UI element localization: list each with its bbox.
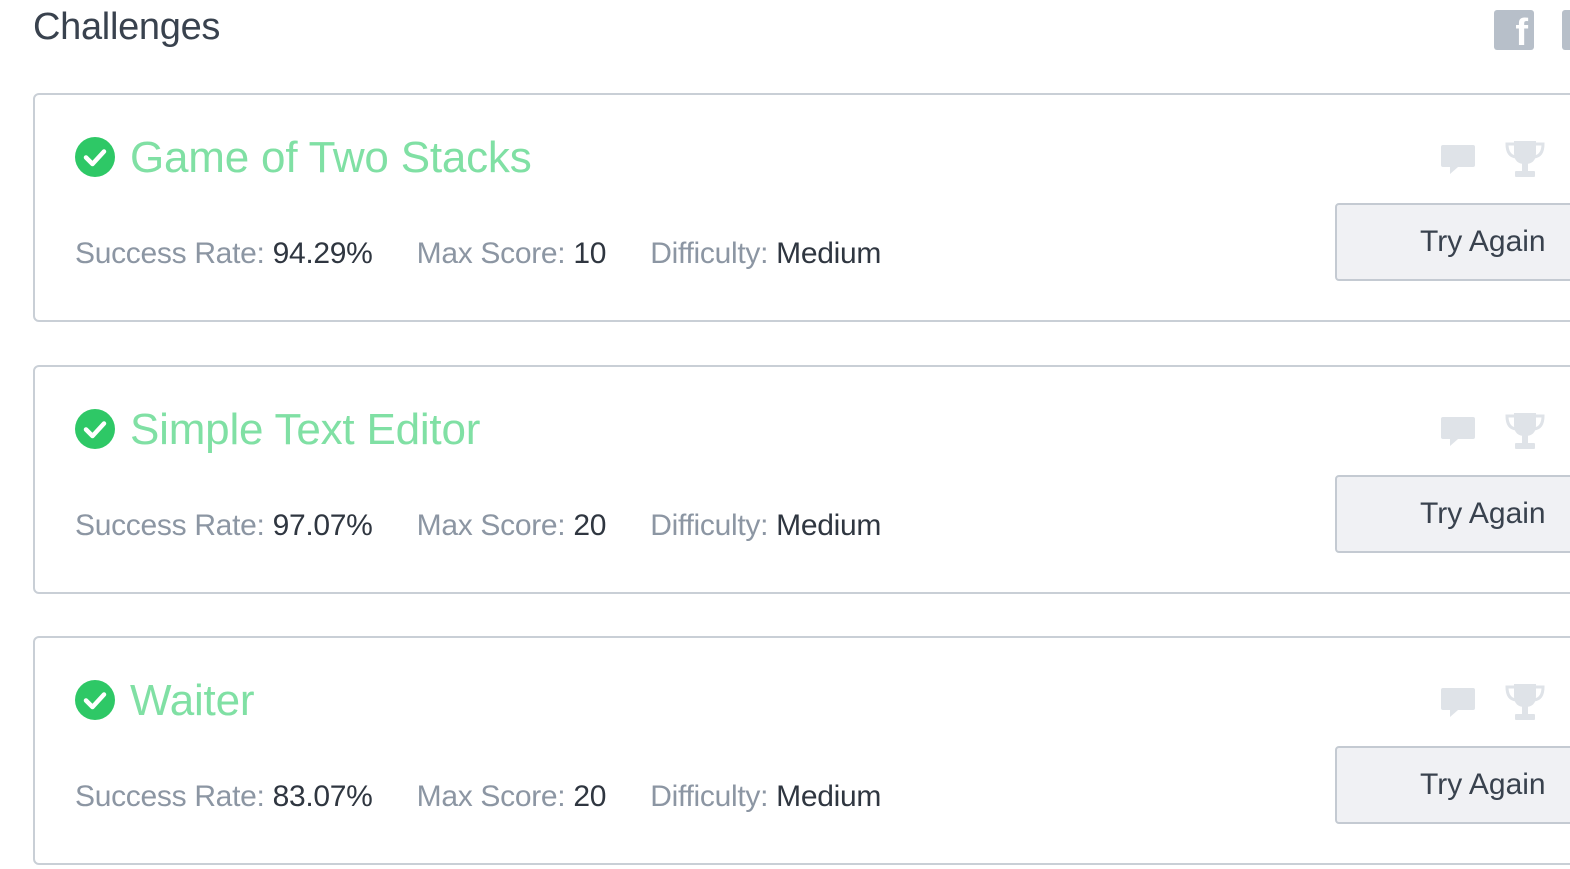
max-score-label: Max Score: [416,509,566,542]
trophy-icon[interactable] [1504,139,1546,184]
check-circle-icon [75,137,115,177]
max-score-value: 10 [573,237,607,270]
success-rate-value: 94.29% [272,237,373,270]
try-again-button[interactable]: Try Again [1335,746,1570,824]
check-circle-icon [75,409,115,449]
challenge-card: Game of Two Stacks Success Rate: 94.29% … [33,93,1570,322]
comment-icon[interactable] [1440,143,1476,182]
challenge-card: Waiter Success Rate: 83.07% Max Score: 2… [33,636,1570,865]
max-score-value: 20 [573,509,607,542]
share-icon[interactable] [1562,10,1570,50]
success-rate-label: Success Rate: [75,509,265,542]
facebook-icon[interactable]: f [1494,10,1534,50]
challenge-meta: Success Rate: 94.29% Max Score: 10 Diffi… [75,237,881,271]
difficulty-label: Difficulty: [650,237,769,270]
check-circle-icon [75,680,115,720]
difficulty-value: Medium [776,780,882,813]
trophy-icon[interactable] [1504,411,1546,456]
challenge-title[interactable]: Game of Two Stacks [130,133,532,183]
comment-icon[interactable] [1440,415,1476,454]
challenges-page: Challenges f Game of Two Stacks Success … [0,0,1570,869]
challenge-meta: Success Rate: 83.07% Max Score: 20 Diffi… [75,780,881,814]
success-rate-value: 83.07% [272,780,373,813]
success-rate-label: Success Rate: [75,237,265,270]
challenge-title[interactable]: Simple Text Editor [130,405,480,455]
challenge-meta: Success Rate: 97.07% Max Score: 20 Diffi… [75,509,881,543]
max-score-label: Max Score: [416,780,566,813]
difficulty-value: Medium [776,237,882,270]
challenge-card: Simple Text Editor Success Rate: 97.07% … [33,365,1570,594]
comment-icon[interactable] [1440,686,1476,725]
max-score-label: Max Score: [416,237,566,270]
difficulty-label: Difficulty: [650,509,769,542]
trophy-icon[interactable] [1504,682,1546,727]
challenge-title[interactable]: Waiter [130,676,254,726]
try-again-button[interactable]: Try Again [1335,203,1570,281]
difficulty-label: Difficulty: [650,780,769,813]
max-score-value: 20 [573,780,607,813]
success-rate-value: 97.07% [272,509,373,542]
try-again-button[interactable]: Try Again [1335,475,1570,553]
success-rate-label: Success Rate: [75,780,265,813]
difficulty-value: Medium [776,509,882,542]
page-title: Challenges [33,6,221,48]
